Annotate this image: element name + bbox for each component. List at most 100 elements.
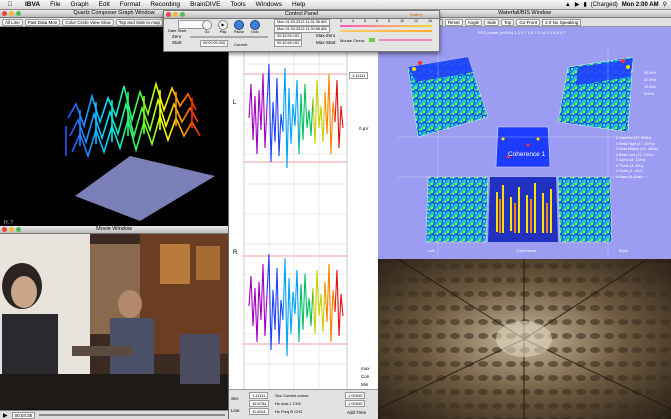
hz-freq-field[interactable]: 11.8411 [249, 408, 269, 415]
play-icon[interactable]: ▶ [3, 412, 8, 419]
tab-left[interactable]: Left [428, 248, 435, 253]
tab-coherence[interactable]: Coherence [517, 248, 537, 253]
menu-help[interactable]: Help [287, 0, 310, 9]
zero-slider[interactable] [190, 36, 268, 38]
menu-graph[interactable]: Graph [66, 0, 94, 9]
side-unit-label: 0 μV [359, 126, 369, 131]
timestamp-2[interactable]: Mon 01.03.2012 11:30:58 AM [274, 26, 330, 33]
coherence-label: Coherence 1 [508, 151, 546, 158]
control-current-time[interactable]: 00:00:00.000 [200, 40, 229, 47]
quartz-button-fast-data[interactable]: Fast Data Mon [24, 18, 61, 26]
menu-windows[interactable]: Windows [251, 0, 287, 9]
minimize-icon[interactable] [9, 227, 14, 232]
axis-label-3: 5.0Hz [644, 92, 654, 96]
minimize-icon[interactable] [9, 11, 14, 16]
play-button-group: ▶ Play [218, 20, 228, 34]
control-panel-titlebar[interactable]: Control Panel [164, 11, 439, 19]
wifi-icon[interactable]: ▲ [565, 2, 571, 8]
menu-braindive[interactable]: BrainDIVE [185, 0, 225, 9]
axis-label-1: 20.0Hz [644, 78, 657, 82]
goto-button[interactable] [250, 20, 260, 30]
level-bar-3 [379, 39, 432, 41]
menu-clock[interactable]: Mon 2:00 AM [622, 2, 659, 8]
quartz-title: Quartz Composer Graph Window [73, 10, 155, 16]
zero-label: Zero [172, 34, 182, 39]
movie-title: Movie Window [96, 226, 132, 232]
status-area: ▲ ▶ ▮ (Charged) Mon 2:00 AM ⚲ [565, 1, 671, 9]
top-button[interactable]: Top [501, 18, 515, 26]
waterfall-top-label: EEG power (uV/Hz) 1.2 0.7 1.5 7.0 14 3.1… [478, 30, 566, 35]
zoom-icon[interactable] [180, 12, 185, 17]
quartz-button-all-line[interactable]: All Line [2, 18, 23, 26]
waterfall-bottom-tabs: Left Coherence Right [428, 248, 628, 253]
extra-field-1[interactable]: 1.00000 [345, 392, 366, 399]
play-button-label: Play [219, 30, 227, 34]
go-front-button[interactable]: Go Front [516, 18, 541, 26]
go-button[interactable] [202, 20, 212, 30]
pause-button[interactable] [234, 20, 244, 30]
menu-file[interactable]: File [45, 0, 65, 9]
menu-tools[interactable]: Tools [225, 0, 250, 9]
scale-tick-3: 6 [376, 19, 378, 23]
play-button[interactable]: ▶ [218, 20, 228, 30]
timestamp-1[interactable]: Mon 01.03.2012 11:31:36 AM [274, 19, 330, 26]
quartz-button-color-circle[interactable]: Color Circle View Slow [62, 18, 114, 26]
menu-bar:  IBVA File Graph Edit Format Recording … [0, 0, 671, 10]
hz-max-label: Hz max L CH2 [275, 401, 301, 406]
scale-tick-1: 4 [352, 19, 354, 23]
scale-tick-6: 12 [414, 19, 418, 23]
axis-label-2: 10.0Hz [644, 85, 657, 89]
goto-button-label: Goto [251, 30, 259, 34]
battery-status: (Charged) [590, 1, 618, 8]
hz-freq-label: Hz Freq R CH2 [275, 409, 303, 414]
mouse-check-indicator[interactable] [369, 38, 375, 42]
zoom-icon[interactable] [16, 227, 21, 232]
add-time-label[interactable]: Add Time [347, 410, 366, 415]
cursor-field[interactable]: 1.11111 [249, 392, 269, 399]
close-icon[interactable] [166, 12, 171, 17]
waveform-graph [229, 44, 379, 389]
menu-format[interactable]: Format [115, 0, 146, 9]
side-button[interactable]: Side [484, 18, 500, 26]
movie-scrubber[interactable] [39, 414, 225, 416]
hz-max-field[interactable]: 16.6754 [249, 400, 270, 407]
waterfall-field-3[interactable]: 2.0 No Speaking [542, 18, 582, 26]
control-panel-title: Control Panel [284, 11, 319, 17]
angle-button[interactable]: Angle [464, 18, 483, 26]
max-zero-label: Max-Zero [316, 33, 336, 38]
side-value-field[interactable]: 1.11111 [349, 72, 369, 79]
zoom-icon[interactable] [16, 11, 21, 16]
scale-ruler: 3 4 5 6 8 10 12 16 [340, 19, 432, 23]
apple-menu-icon[interactable]:  [0, 0, 20, 9]
max-start-label: Max-Start [316, 40, 336, 45]
battery-icon[interactable]: ▮ [583, 1, 586, 8]
go-button-label: Go [204, 30, 210, 34]
close-icon[interactable] [2, 11, 7, 16]
spotlight-icon[interactable]: ⚲ [663, 1, 667, 8]
scale-tick-0: 3 [340, 19, 342, 23]
waveform-footer: Sec Line 1.11111 Sec Current cursor 16.6… [229, 389, 379, 419]
timestamp-4[interactable]: 00:32:59.191 [274, 40, 303, 47]
level-bar-2 [340, 30, 432, 32]
quartz-button-top-side[interactable]: Top and Side to map [115, 18, 163, 26]
extra-field-2[interactable]: 1.00000 [345, 400, 366, 407]
menu-app[interactable]: IBVA [20, 0, 45, 9]
volume-icon[interactable]: ▶ [575, 1, 580, 8]
minimize-icon[interactable] [173, 12, 178, 17]
reset-button[interactable]: Reset [444, 18, 463, 26]
movie-time: 00:04:35 [11, 411, 36, 419]
cursor-field-label: Sec Current cursor [275, 393, 309, 398]
level-bar-1 [340, 25, 432, 27]
scale-tick-7: 16 [428, 19, 432, 23]
waveform-window: L R 1.11111 0 μV max Con Min Sec Line 1.… [228, 44, 379, 419]
menu-edit[interactable]: Edit [94, 0, 115, 9]
tab-right[interactable]: Right [619, 248, 628, 253]
movie-titlebar[interactable]: Movie Window [0, 226, 228, 234]
close-icon[interactable] [2, 227, 7, 232]
timestamp-3[interactable]: 00:32:59.191 [274, 33, 303, 40]
movie-video-frame[interactable] [0, 234, 228, 409]
movie-controls: ▶ 00:04:35 [0, 410, 228, 419]
menu-recording[interactable]: Recording [145, 0, 185, 9]
waterfall-right-axis: 30.0Hz 20.0Hz 10.0Hz 5.0Hz [644, 70, 656, 98]
axis-label-0: 30.0Hz [644, 71, 657, 75]
